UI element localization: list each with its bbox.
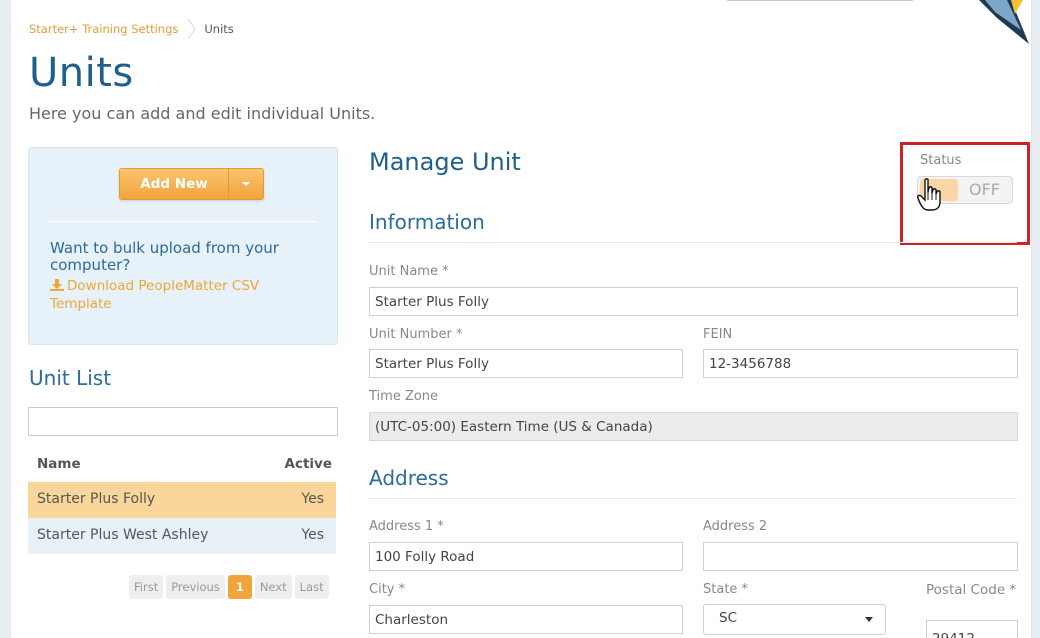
pager-current-page[interactable]: 1: [227, 575, 252, 599]
state-select-value: SC: [719, 610, 737, 626]
chevron-down-icon: [865, 617, 873, 622]
unit-list-title: Unit List: [29, 366, 112, 390]
state-select[interactable]: SC: [703, 604, 886, 635]
unit-number-label: Unit Number *: [369, 327, 463, 342]
page-subtitle: Here you can add and edit individual Uni…: [29, 104, 376, 123]
bulk-upload-question: Want to bulk upload from your computer?: [50, 239, 279, 274]
divider: [369, 498, 1017, 499]
unit-name-label: Unit Name *: [369, 264, 449, 279]
add-new-split-button: Add New: [119, 168, 264, 200]
unit-list-header: Name Active: [28, 450, 336, 480]
pager-last-button[interactable]: Last: [294, 575, 329, 599]
address2-input[interactable]: [703, 542, 1018, 571]
fein-label: FEIN: [703, 327, 733, 342]
add-new-button[interactable]: Add New: [120, 169, 228, 199]
address1-input[interactable]: [369, 542, 683, 571]
page-container: Starter+ Training Settings Units Units H…: [10, 0, 1032, 638]
top-search-input[interactable]: [727, 0, 913, 1]
city-input[interactable]: [369, 605, 683, 634]
download-template-label: Download PeopleMatter CSV Template: [50, 278, 260, 312]
unit-active-cell: Yes: [301, 491, 324, 507]
page-title: Units: [29, 50, 134, 96]
status-label: Status: [920, 153, 962, 168]
breadcrumb-parent-link[interactable]: Starter+ Training Settings: [29, 22, 178, 36]
unit-list-row-selected[interactable]: Starter Plus Folly Yes: [28, 482, 336, 518]
unit-name-cell: Starter Plus West Ashley: [37, 527, 209, 543]
toggle-state-text: OFF: [969, 180, 1000, 199]
breadcrumb-current: Units: [204, 22, 234, 36]
manage-unit-title: Manage Unit: [369, 148, 521, 176]
state-label: State *: [703, 582, 749, 597]
unit-number-input[interactable]: [369, 349, 683, 378]
unit-name-cell: Starter Plus Folly: [37, 491, 156, 507]
pagination: First Previous 1 Next Last: [129, 575, 329, 599]
city-label: City *: [369, 582, 406, 597]
time-zone-field: [369, 412, 1018, 441]
postal-code-label: Postal Code *: [926, 582, 1017, 598]
divider: [49, 221, 317, 222]
unit-list-row[interactable]: Starter Plus West Ashley Yes: [28, 518, 336, 554]
address1-label: Address 1 *: [369, 519, 444, 534]
breadcrumb: Starter+ Training Settings Units: [29, 18, 234, 40]
unit-name-input[interactable]: [369, 287, 1018, 316]
download-icon: [50, 279, 64, 291]
add-new-dropdown-toggle[interactable]: [228, 169, 263, 199]
pager-next-button[interactable]: Next: [254, 575, 292, 599]
pager-first-button[interactable]: First: [129, 575, 164, 599]
column-header-active[interactable]: Active: [285, 456, 333, 472]
download-template-link[interactable]: Download PeopleMatter CSV Template: [50, 277, 300, 313]
unit-active-cell: Yes: [301, 527, 324, 543]
fein-input[interactable]: [703, 349, 1018, 378]
divider: [369, 242, 1017, 243]
corner-star-icon: [979, 0, 1029, 44]
chevron-down-icon: [242, 182, 250, 186]
column-header-name[interactable]: Name: [37, 456, 81, 472]
postal-code-input[interactable]: [926, 620, 1018, 638]
time-zone-label: Time Zone: [369, 389, 439, 404]
pager-previous-button[interactable]: Previous: [166, 575, 225, 599]
unit-list-search-input[interactable]: [28, 407, 338, 436]
information-section-title: Information: [369, 210, 485, 234]
breadcrumb-separator-icon: [187, 18, 197, 40]
address-section-title: Address: [369, 466, 449, 490]
bulk-upload-panel: Add New Want to bulk upload from your co…: [28, 147, 338, 345]
hand-pointer-icon: [917, 178, 941, 211]
address2-label: Address 2: [703, 519, 768, 534]
